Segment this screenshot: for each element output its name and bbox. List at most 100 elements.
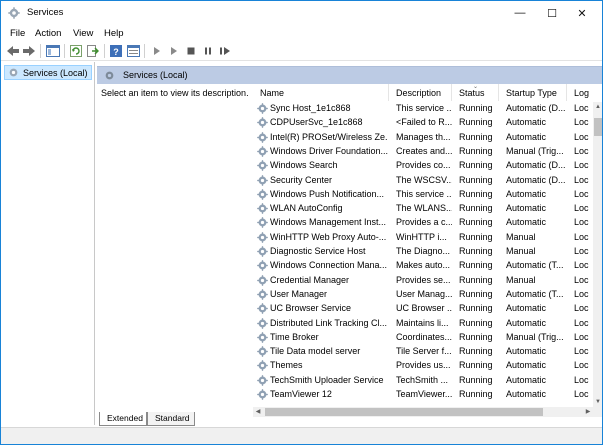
help-icon: ? xyxy=(110,45,122,57)
table-row[interactable]: WinHTTP Web Proxy Auto-... WinHTTP i... Ru… xyxy=(253,231,593,245)
table-row[interactable]: WLAN AutoConfig The WLANS... Running Automa… xyxy=(253,202,593,216)
status-bar xyxy=(1,427,602,444)
help-button[interactable]: ? xyxy=(108,43,124,59)
show-hide-tree-button[interactable] xyxy=(45,43,61,59)
table-row[interactable]: Windows Connection Mana... Makes auto... R… xyxy=(253,259,593,273)
service-startup-type: Manual (Trig... xyxy=(506,331,564,342)
title-bar: Services — ☐ ✕ xyxy=(1,1,602,25)
table-row[interactable]: User Manager User Manag... Running Automati… xyxy=(253,288,593,302)
service-description: <Failed to R... xyxy=(396,117,452,128)
pane-header: Services (Local) xyxy=(97,66,602,84)
service-log-on-as: Loc xyxy=(574,246,589,256)
table-row[interactable]: Diagnostic Service Host The Diagno... Runn… xyxy=(253,245,593,259)
export-list-icon xyxy=(87,45,99,57)
table-row[interactable]: TechSmith Uploader Service TechSmith ... R… xyxy=(253,374,593,388)
restart-service-button[interactable] xyxy=(217,43,233,59)
service-log-on-as: Loc xyxy=(574,231,589,242)
service-log-on-as: Loc xyxy=(574,103,589,113)
table-row[interactable]: Time Broker Coordinates... Running Manual (… xyxy=(253,331,593,345)
gear-icon xyxy=(257,246,268,257)
tab-standard[interactable]: Standard xyxy=(147,412,195,426)
service-status: Running xyxy=(459,174,493,185)
service-startup-type: Automatic xyxy=(506,217,547,228)
table-row[interactable]: Tile Data model server Tile Server f... Ru… xyxy=(253,345,593,359)
column-header-startup-type[interactable]: Startup Type xyxy=(499,84,567,101)
service-log-on-as: Loc xyxy=(574,360,589,371)
service-startup-type: Automatic xyxy=(506,389,547,399)
scroll-down-icon[interactable]: ▼ xyxy=(593,397,602,407)
table-row[interactable]: Sync Host_1e1c868 This service ... Running… xyxy=(253,102,593,116)
service-description: This service ... xyxy=(396,103,452,113)
table-row[interactable]: Windows Search Provides co... Running Autom… xyxy=(253,159,593,173)
service-description: Tile Server f... xyxy=(396,346,452,357)
service-description: UC Browser ... xyxy=(396,303,452,314)
table-row[interactable]: UC Browser Service UC Browser ... Running A… xyxy=(253,302,593,316)
column-header-name[interactable]: Name xyxy=(253,84,389,101)
close-button[interactable]: ✕ xyxy=(560,1,603,25)
stop-icon xyxy=(187,47,195,55)
service-log-on-as: Loc xyxy=(574,317,589,328)
service-name: TechSmith Uploader Service xyxy=(270,374,384,385)
service-name: UC Browser Service xyxy=(270,303,352,314)
service-log-on-as: Loc xyxy=(574,174,589,185)
gear-icon xyxy=(257,160,268,172)
vertical-scrollbar[interactable]: ▲ ▼ xyxy=(593,102,602,407)
minimize-icon: — xyxy=(514,7,526,19)
table-row[interactable]: Windows Driver Foundation... Creates and.… xyxy=(253,145,593,159)
table-row[interactable]: Distributed Link Tracking Cl... Maintains… xyxy=(253,317,593,331)
stop-service-button[interactable] xyxy=(183,43,199,59)
menu-help[interactable]: Help xyxy=(104,28,124,39)
service-status: Running xyxy=(459,103,493,113)
service-status: Running xyxy=(459,260,493,271)
service-log-on-as: Loc xyxy=(574,203,589,214)
tree-item-label: Services (Local) xyxy=(23,67,88,78)
gear-icon xyxy=(257,389,268,400)
start-service-button[interactable] xyxy=(149,43,165,59)
menu-view[interactable]: View xyxy=(73,28,93,39)
pause-service-button[interactable] xyxy=(200,43,216,59)
menu-file[interactable]: File xyxy=(10,28,25,39)
start-service-alt-button[interactable] xyxy=(166,43,182,59)
service-startup-type: Automatic (D... xyxy=(506,103,566,113)
description-text: Select an item to view its description. xyxy=(101,88,249,98)
table-row[interactable]: Windows Management Inst... Provides a c..… xyxy=(253,216,593,230)
service-startup-type: Manual xyxy=(506,231,536,242)
table-row[interactable]: Security Center The WSCSV... Running Automa… xyxy=(253,174,593,188)
forward-button[interactable] xyxy=(21,43,37,59)
back-button[interactable] xyxy=(5,43,21,59)
gear-icon xyxy=(257,231,268,243)
service-name: Intel(R) PROSet/Wireless Ze... xyxy=(270,131,388,142)
refresh-button[interactable] xyxy=(68,43,84,59)
menu-action[interactable]: Action xyxy=(35,28,61,39)
table-row[interactable]: TeamViewer 12 TeamViewer... Running Automat… xyxy=(253,388,593,402)
service-description: Coordinates... xyxy=(396,331,452,342)
toolbar-separator xyxy=(64,44,65,58)
service-log-on-as: Loc xyxy=(574,274,589,285)
scroll-thumb[interactable] xyxy=(594,118,602,136)
gear-icon xyxy=(257,289,268,300)
service-description: Provides us... xyxy=(396,360,451,371)
column-header-log-on-as[interactable]: Log xyxy=(567,84,593,101)
scroll-up-icon[interactable]: ▲ xyxy=(593,102,602,112)
gear-icon xyxy=(257,260,268,272)
service-name: Diagnostic Service Host xyxy=(270,246,366,256)
service-name: Distributed Link Tracking Cl... xyxy=(270,317,388,328)
properties-button[interactable] xyxy=(125,43,141,59)
table-row[interactable]: Credential Manager Provides se... Running M… xyxy=(253,274,593,288)
table-row[interactable]: Intel(R) PROSet/Wireless Ze... Manages th… xyxy=(253,131,593,145)
service-name: CDPUserSvc_1e1c868 xyxy=(270,117,363,128)
service-log-on-as: Loc xyxy=(574,160,589,171)
refresh-icon xyxy=(70,45,82,57)
export-list-button[interactable] xyxy=(85,43,101,59)
service-log-on-as: Loc xyxy=(574,131,589,142)
table-row[interactable]: Windows Push Notification... This service… xyxy=(253,188,593,202)
tree-item-services-local[interactable]: Services (Local) xyxy=(4,65,92,80)
column-header-description[interactable]: Description xyxy=(389,84,452,101)
service-startup-type: Automatic xyxy=(506,203,547,214)
service-status: Running xyxy=(459,246,493,256)
table-row[interactable]: CDPUserSvc_1e1c868 <Failed to R... Running… xyxy=(253,116,593,130)
tab-extended[interactable]: Extended xyxy=(99,412,147,426)
table-row[interactable]: Themes Provides us... Running Automatic Loc xyxy=(253,359,593,373)
list-header: Name Description Status Startup Type Log… xyxy=(253,84,593,101)
sort-indicator-icon: ⌄ xyxy=(473,84,479,90)
